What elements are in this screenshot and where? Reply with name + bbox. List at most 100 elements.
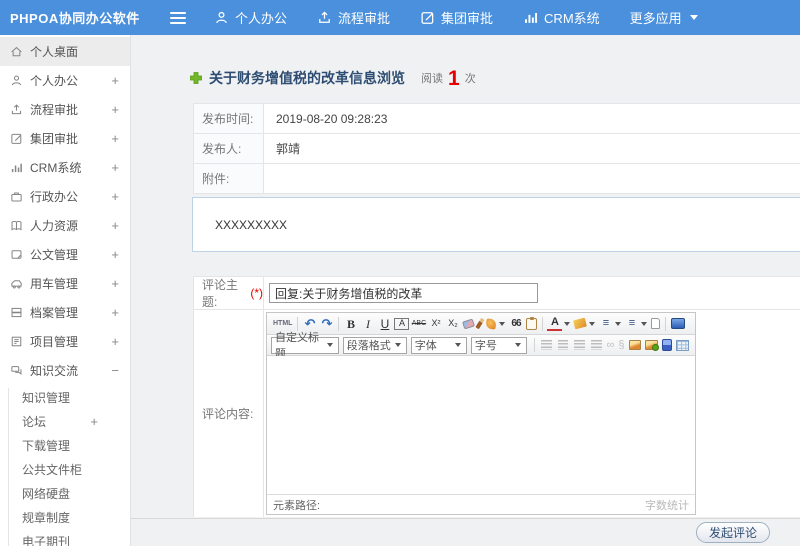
read-unit: 次 — [464, 73, 476, 85]
bold-button[interactable]: B — [343, 316, 358, 332]
autotypeset-button[interactable]: A — [394, 317, 410, 330]
paragraph-format-select[interactable]: 段落格式 — [342, 336, 407, 354]
insert-snapshot-icon[interactable] — [645, 340, 659, 351]
sidebar-submenu-knowledge: 知识管理 论坛 + 下载管理 公共文件柜 网络硬盘 规章制度 电子期刊 — [0, 385, 130, 546]
sidebar-item-vehicle-mgmt[interactable]: 用车管理 + — [0, 269, 130, 298]
dropdown-caret-icon — [326, 343, 333, 347]
nav-workflow-approval[interactable]: 流程审批 — [317, 8, 390, 27]
insert-image-icon[interactable] — [628, 340, 642, 350]
paste-text-icon[interactable] — [526, 316, 538, 330]
sidebar-subitem-e-journal[interactable]: 电子期刊 — [0, 529, 130, 546]
superscript-button[interactable]: X² — [428, 316, 443, 332]
flow-share-icon — [11, 104, 22, 115]
expand-icon[interactable]: + — [111, 189, 119, 204]
paint-format-icon[interactable] — [485, 317, 498, 330]
publisher-value: 郭靖 — [276, 142, 301, 156]
sidebar-subitem-rules-regulations[interactable]: 规章制度 — [0, 505, 130, 529]
blockquote-button[interactable]: 66 — [508, 316, 523, 332]
hamburger-menu-icon[interactable] — [170, 11, 186, 24]
expand-icon[interactable]: + — [111, 102, 119, 117]
font-size-select[interactable]: 字号 — [470, 336, 528, 354]
comment-form: 评论主题: (*) 评论内容: HTML ↶ — [193, 276, 800, 517]
font-family-select[interactable]: 字体 — [410, 336, 467, 354]
table-row: 发布人: 郭靖 — [194, 134, 800, 164]
font-color-button[interactable]: A — [547, 317, 563, 331]
italic-button[interactable]: I — [360, 316, 375, 332]
sidebar-item-crm-system[interactable]: CRM系统 + — [0, 153, 130, 182]
sidebar-item-personal-office[interactable]: 个人办公 + — [0, 66, 130, 95]
expand-icon[interactable]: + — [111, 247, 119, 262]
sidebar-subitem-forum[interactable]: 论坛 + — [0, 409, 130, 433]
expand-icon[interactable]: + — [111, 334, 119, 349]
sidebar-item-archive-mgmt[interactable]: 档案管理 + — [0, 298, 130, 327]
dropdown-caret-icon[interactable] — [499, 321, 506, 326]
strikethrough-button[interactable]: ABC — [411, 316, 426, 332]
anchor-icon[interactable]: § — [618, 339, 624, 351]
footer-bar: 发起评论 — [131, 518, 800, 546]
fullscreen-icon[interactable] — [671, 318, 686, 329]
align-justify-icon[interactable] — [590, 340, 602, 350]
highlight-color-icon[interactable] — [573, 317, 588, 330]
publish-time-label: 发布时间: — [194, 104, 264, 133]
align-center-icon[interactable] — [557, 340, 569, 350]
expand-icon[interactable]: + — [111, 276, 119, 291]
home-icon — [11, 46, 22, 57]
sidebar-item-workflow-approval[interactable]: 流程审批 + — [0, 95, 130, 124]
sidebar-subitem-network-drive[interactable]: 网络硬盘 — [0, 481, 130, 505]
sidebar-item-document-mgmt[interactable]: 公文管理 + — [0, 240, 130, 269]
unordered-list-icon[interactable]: ≡ — [624, 316, 639, 332]
comment-subject-cell — [264, 277, 800, 309]
archive-icon — [11, 307, 22, 318]
nav-crm-system[interactable]: CRM系统 — [523, 8, 600, 27]
expand-icon[interactable]: + — [111, 73, 119, 88]
sidebar-item-project-mgmt[interactable]: 项目管理 + — [0, 327, 130, 356]
nav-personal-office[interactable]: 个人办公 — [214, 8, 287, 27]
expand-icon[interactable]: + — [111, 305, 119, 320]
nav-more-apps[interactable]: 更多应用 — [630, 8, 698, 27]
expand-icon[interactable]: + — [111, 131, 119, 146]
dropdown-caret-icon[interactable] — [589, 321, 596, 326]
subscript-button[interactable]: X₂ — [445, 316, 460, 332]
sidebar-subitem-public-file-cabinet[interactable]: 公共文件柜 — [0, 457, 130, 481]
comment-subject-input[interactable] — [269, 283, 538, 303]
format-eraser-icon[interactable] — [462, 317, 476, 330]
sidebar-item-knowledge-exchange[interactable]: 知识交流 − — [0, 356, 130, 385]
collapse-icon[interactable]: − — [111, 363, 119, 378]
expand-icon[interactable]: + — [111, 218, 119, 233]
dropdown-caret-icon — [454, 343, 461, 347]
dropdown-caret-icon[interactable] — [615, 321, 622, 326]
sidebar-item-group-approval[interactable]: 集团审批 + — [0, 124, 130, 153]
comment-content-label: 评论内容: — [194, 310, 264, 517]
insert-media-icon[interactable] — [661, 339, 673, 351]
align-left-icon[interactable] — [541, 340, 552, 350]
sidebar-subitem-knowledge-mgmt[interactable]: 知识管理 — [0, 385, 130, 409]
underline-button[interactable]: U — [377, 316, 392, 332]
insert-link-icon[interactable]: ∞ — [607, 339, 615, 351]
attachment-label: 附件: — [194, 164, 264, 193]
insert-table-icon[interactable] — [676, 339, 690, 351]
title-row: 关于财务增值税的改革信息浏览 阅读 1 次 — [190, 66, 476, 90]
table-row: 发布时间: 2019-08-20 09:28:23 — [194, 104, 800, 134]
read-count: 1 — [448, 66, 460, 90]
expand-icon[interactable]: + — [90, 414, 98, 429]
word-count-label[interactable]: 字数统计 — [645, 497, 689, 513]
submit-comment-button[interactable]: 发起评论 — [695, 522, 770, 543]
sidebar-item-human-resources[interactable]: 人力资源 + — [0, 211, 130, 240]
align-right-icon[interactable] — [574, 340, 585, 350]
expand-icon[interactable]: + — [111, 160, 119, 175]
editor-toolbar-row2: 自定义标题 段落格式 字体 字号 ∞ § — [267, 332, 695, 360]
sidebar-item-personal-desktop[interactable]: 个人桌面 — [0, 37, 130, 66]
sidebar-subitem-download-mgmt[interactable]: 下载管理 — [0, 433, 130, 457]
comment-content-cell: HTML ↶ ↷ B I U A ABC X² X₂ 66 A ≡ ≡ 自定义标… — [264, 310, 800, 517]
nav-group-approval[interactable]: 集团审批 — [420, 8, 493, 27]
dropdown-caret-icon[interactable] — [564, 321, 571, 326]
custom-title-select[interactable]: 自定义标题 — [271, 332, 339, 360]
dropdown-caret-icon[interactable] — [641, 321, 648, 326]
publish-time-value: 2019-08-20 09:28:23 — [276, 111, 388, 126]
ordered-list-icon[interactable]: ≡ — [598, 316, 613, 332]
new-page-icon[interactable] — [651, 318, 661, 329]
sidebar-item-admin-office[interactable]: 行政办公 + — [0, 182, 130, 211]
comment-subject-label: 评论主题: (*) — [194, 277, 264, 309]
editor-canvas[interactable] — [267, 356, 695, 494]
format-brush-icon[interactable] — [475, 317, 486, 330]
